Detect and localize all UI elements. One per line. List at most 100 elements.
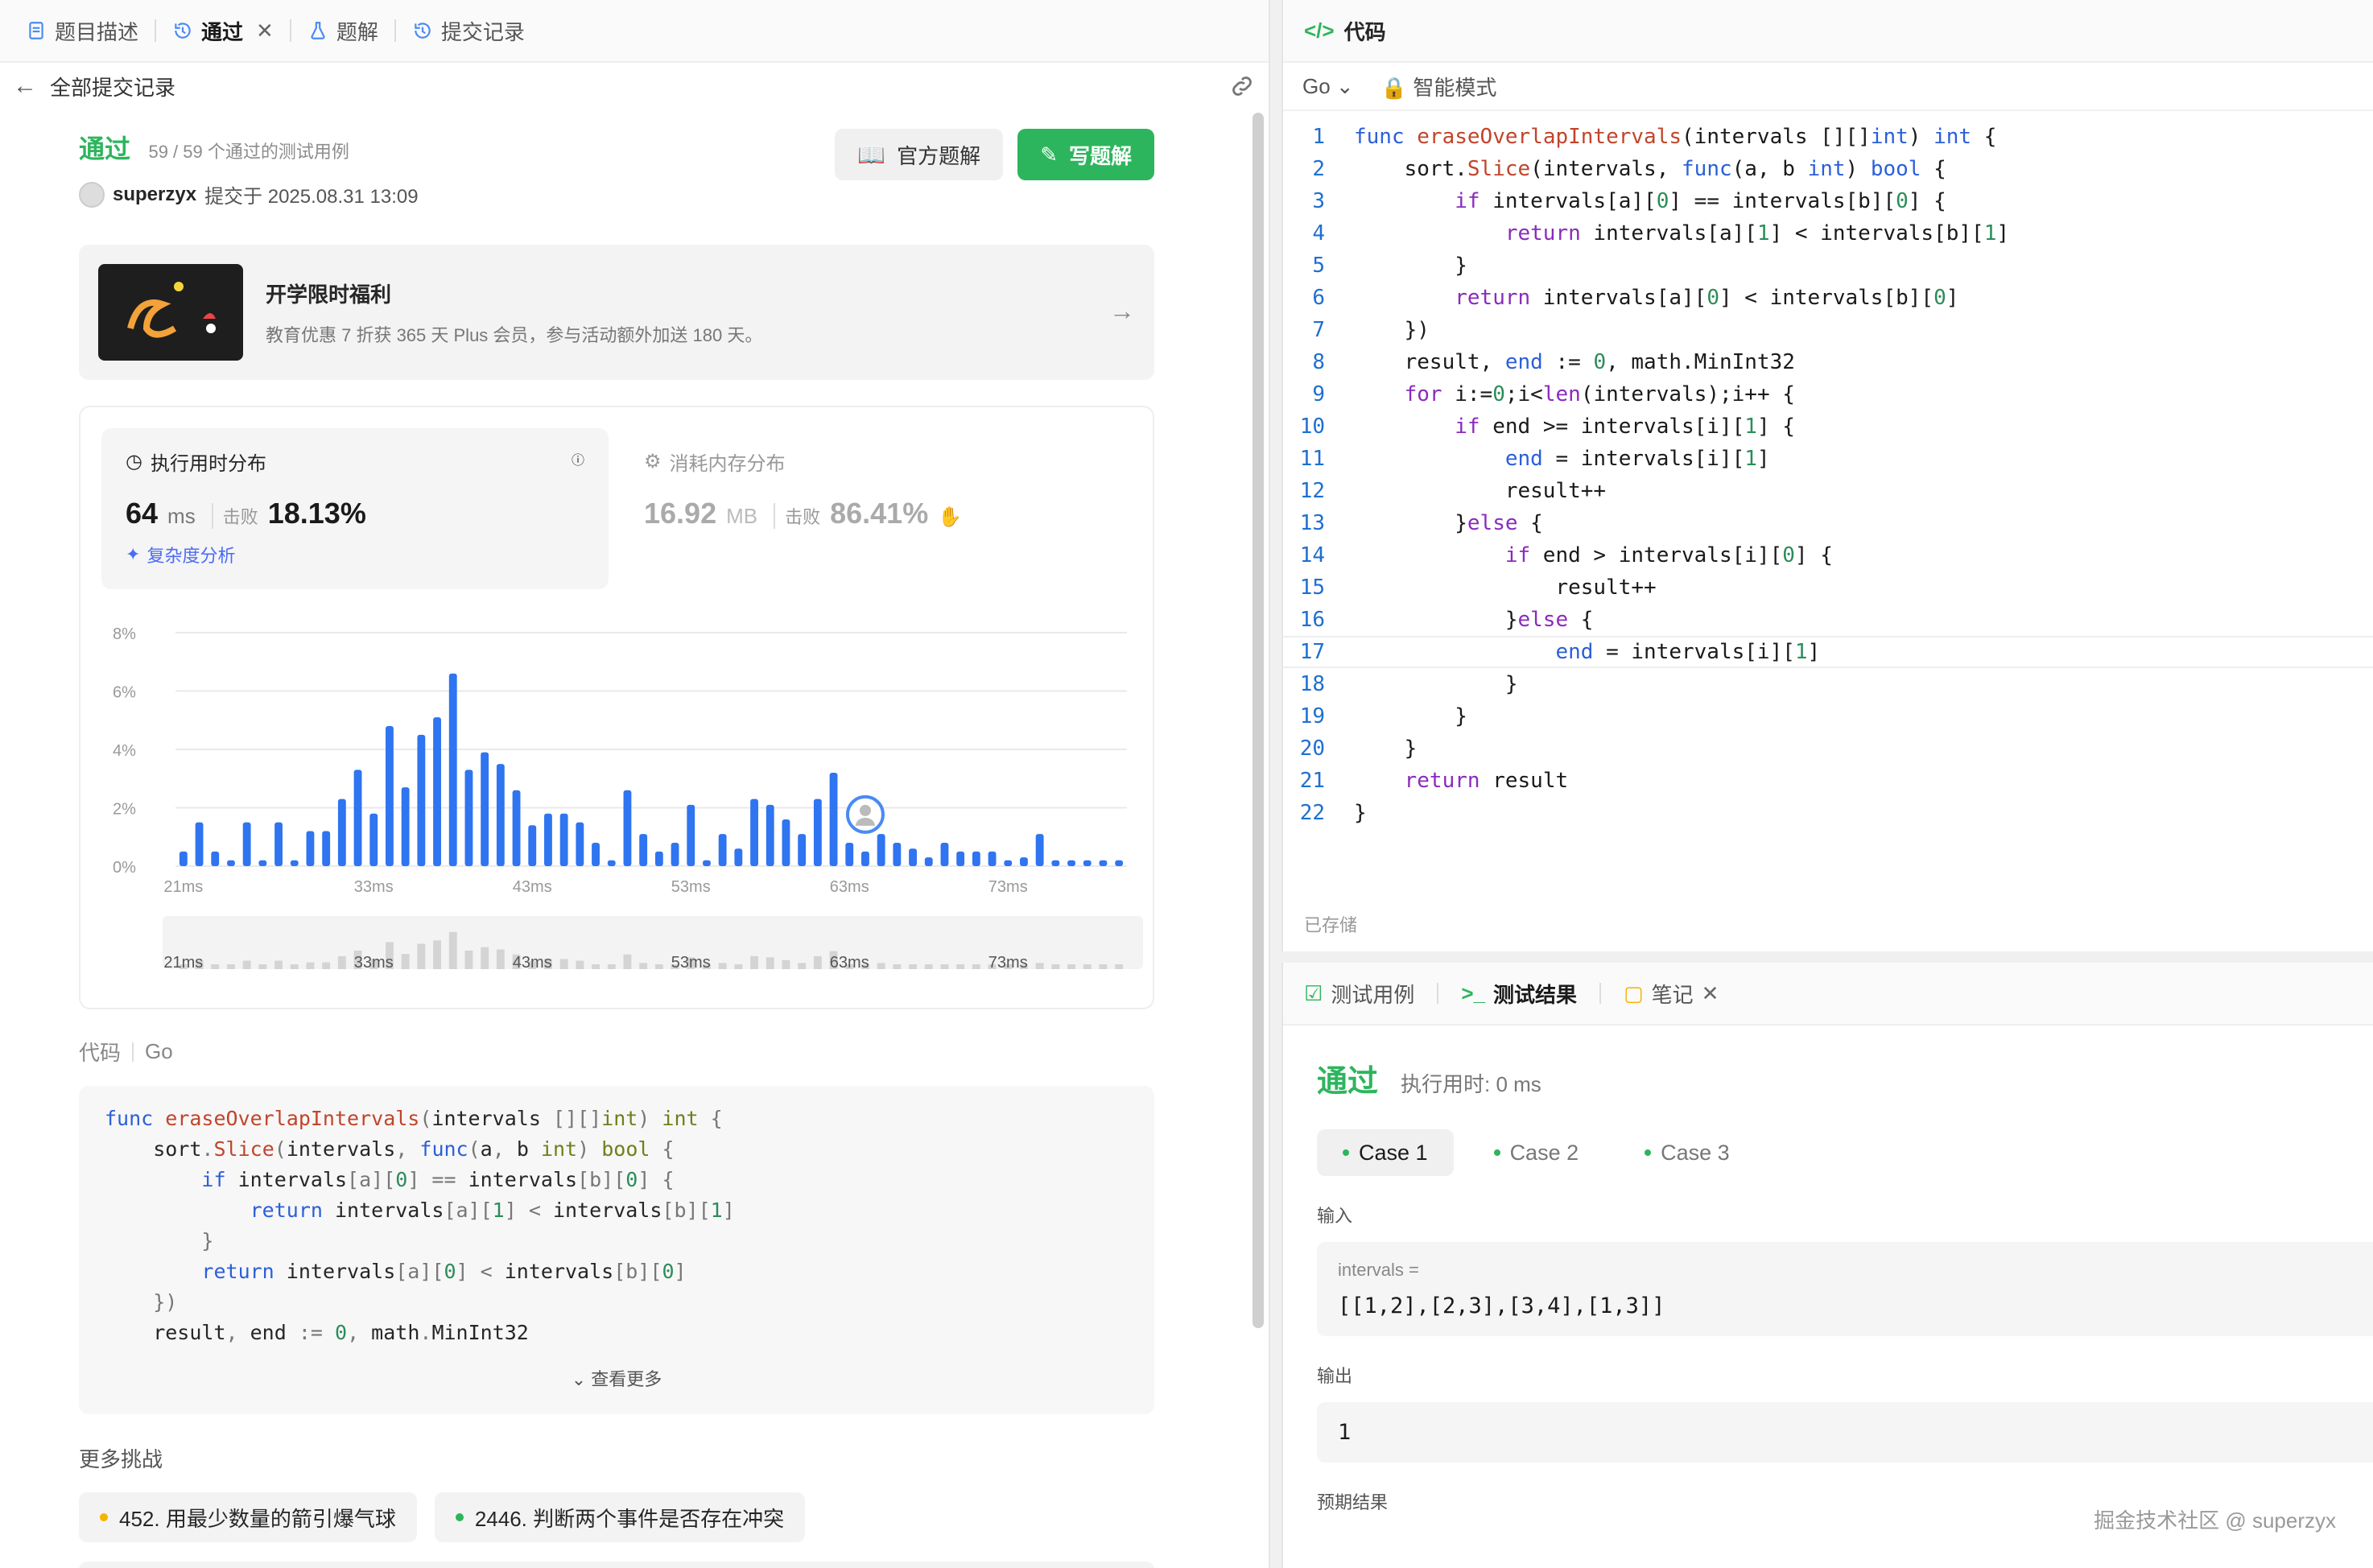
overview-bar (592, 964, 600, 969)
editor-toolbar: Go ⌄ 🔒 智能模式 (1283, 63, 2373, 111)
tab-notes[interactable]: ▢ 笔记 ✕ (1624, 979, 1731, 1009)
overview-bar (798, 963, 807, 969)
runtime-distribution-chart[interactable]: 8% 6% 4% 2% 0% 21ms 33ms 43ms 53ms 63ms 73ms 21ms 33… (113, 600, 1143, 987)
line-source: end = intervals[i][1] (1504, 447, 1770, 471)
promo-title: 开学限时福利 (266, 282, 392, 307)
code-line: }) (105, 1290, 178, 1314)
output-value: 1 (1338, 1420, 1352, 1445)
editor-line[interactable]: 3 if intervals[a][0] == intervals[b][0] … (1283, 185, 2373, 217)
editor-line[interactable]: 2 sort.Slice(intervals, func(a, b int) b… (1283, 153, 2373, 185)
editor-line[interactable]: 11 end = intervals[i][1] (1283, 443, 2373, 475)
input-label: 输入 (1317, 1206, 1353, 1226)
pass-dot (1645, 1149, 1652, 1156)
runtime-unit: ms (167, 504, 196, 528)
arrow-left-icon: ← (13, 72, 37, 99)
editor-line[interactable]: 7 }) (1283, 314, 2373, 346)
editor-line[interactable]: 8 result, end := 0, math.MinInt32 (1283, 346, 2373, 378)
editor-line[interactable]: 18 } (1283, 668, 2373, 700)
runtime-stat[interactable]: ◷ 执行用时分布 ⓘ 64 ms 击败 18.13% ✦ 复杂度分析 (101, 428, 609, 589)
x-tick-label: 53ms (671, 878, 711, 896)
overview-bar (448, 931, 457, 969)
test-result-panel: ☑ 测试用例 >_ 测试结果 ▢ 笔记 ✕ 通过 执行用时: 0 ms Case… (1281, 963, 2373, 1568)
info-icon[interactable]: ⓘ (572, 449, 584, 468)
editor-line[interactable]: 15 result++ (1283, 571, 2373, 604)
line-number: 16 (1299, 608, 1325, 632)
case-tab[interactable]: Case 2 (1468, 1129, 1605, 1176)
tab-submissions[interactable]: 提交记录 (396, 0, 541, 62)
write-solution-button[interactable]: ✎ 写题解 (1017, 129, 1154, 180)
language-select[interactable]: Go ⌄ (1302, 74, 1354, 99)
submitter-name[interactable]: superzyx (113, 184, 196, 206)
editor-line[interactable]: 13 }else { (1283, 507, 2373, 539)
back-to-submissions[interactable]: ← 全部提交记录 (13, 72, 175, 101)
editor-line[interactable]: 20 } (1283, 732, 2373, 765)
case-tab[interactable]: Case 3 (1619, 1129, 1756, 1176)
overview-bar (750, 955, 758, 969)
code-editor[interactable]: 1 func eraseOverlapIntervals(intervals []… (1283, 121, 2373, 829)
scrollbar[interactable] (1253, 113, 1264, 1328)
show-more-label: 查看更多 (591, 1369, 662, 1389)
bar (877, 834, 885, 866)
stats-card: ◷ 执行用时分布 ⓘ 64 ms 击败 18.13% ✦ 复杂度分析 ⚙ 消耗内… (79, 406, 1154, 1009)
link-icon[interactable] (1228, 72, 1256, 100)
lock-icon: 🔒 (1380, 75, 1408, 100)
editor-line[interactable]: 4 return intervals[a][1] < intervals[b][… (1283, 217, 2373, 250)
complexity-analysis-link[interactable]: ✦ 复杂度分析 (126, 542, 584, 567)
editor-line[interactable]: 10 if end >= intervals[i][1] { (1283, 411, 2373, 443)
show-more-button[interactable]: ⌄ 查看更多 (79, 1351, 1154, 1395)
overview-bar (940, 964, 949, 969)
tab-testcases[interactable]: ☑ 测试用例 (1304, 979, 1427, 1009)
tab-divider (1599, 983, 1601, 1004)
close-icon[interactable]: ✕ (256, 19, 274, 43)
editor-line[interactable]: 6 return intervals[a][0] < intervals[b][… (1283, 282, 2373, 314)
overview-bar (924, 964, 933, 969)
overview-bar (718, 963, 727, 969)
tab-test-result[interactable]: >_ 测试结果 (1461, 979, 1590, 1009)
editor-title[interactable]: 代码 (1344, 16, 1386, 46)
editor-line[interactable]: 17 end = intervals[i][1] (1283, 636, 2373, 668)
line-number: 13 (1299, 511, 1325, 535)
line-number: 8 (1312, 350, 1325, 374)
tab-solutions[interactable]: 题解 (291, 0, 394, 62)
line-source: if end > intervals[i][0] { (1504, 543, 1833, 567)
tab-label: 题目描述 (55, 19, 139, 44)
chevron-down-icon: ⌄ (1335, 73, 1354, 98)
note-icon: ▢ (1624, 980, 1644, 1005)
promo-banner[interactable]: 开学限时福利 教育优惠 7 折获 365 天 Plus 会员，参与活动额外加送 … (79, 245, 1154, 380)
editor-line[interactable]: 19 } (1283, 700, 2373, 732)
avatar[interactable] (79, 181, 105, 208)
bar (242, 822, 251, 866)
overview-tick-label: 43ms (513, 954, 552, 972)
next-section-peek (79, 1562, 1154, 1568)
editor-line[interactable]: 14 if end > intervals[i][0] { (1283, 539, 2373, 571)
editor-line[interactable]: 1 func eraseOverlapIntervals(intervals []… (1283, 121, 2373, 153)
editor-line[interactable]: 9 for i:=0;i<len(intervals);i++ { (1283, 378, 2373, 411)
bar (179, 851, 188, 866)
submission-content: 通过 59 / 59 个通过的测试用例 superzyx 提交于 2025.08… (79, 129, 1154, 1568)
challenge-chip[interactable]: 452. 用最少数量的箭引爆气球 (79, 1492, 417, 1542)
bar (766, 804, 774, 866)
overview-bar (972, 964, 980, 969)
editor-line[interactable]: 22} (1283, 797, 2373, 829)
runtime-title: ◷ 执行用时分布 (126, 448, 584, 476)
bar (290, 860, 299, 866)
tab-accepted[interactable]: 通过 ✕ (156, 0, 290, 62)
smart-mode-toggle[interactable]: 🔒 智能模式 (1381, 72, 1497, 101)
overview-bar (623, 954, 632, 969)
case-label: Case 1 (1359, 1140, 1428, 1165)
line-number: 15 (1299, 576, 1325, 600)
editor-line[interactable]: 5 } (1283, 250, 2373, 282)
editor-line[interactable]: 12 result++ (1283, 475, 2373, 507)
bar (353, 770, 362, 866)
official-solution-button[interactable]: 📖 官方题解 (835, 129, 1004, 180)
close-icon[interactable]: ✕ (1702, 981, 1719, 1006)
line-number: 11 (1299, 447, 1325, 471)
tab-description[interactable]: 题目描述 (10, 0, 155, 62)
line-number: 10 (1299, 415, 1325, 439)
case-tab[interactable]: Case 1 (1317, 1129, 1454, 1176)
challenge-chip[interactable]: 2446. 判断两个事件是否存在冲突 (434, 1492, 806, 1542)
panel-splitter[interactable] (1270, 0, 1281, 1568)
memory-stat[interactable]: ⚙ 消耗内存分布 16.92 MB 击败 86.41% ✋ (644, 428, 1127, 589)
editor-line[interactable]: 16 }else { (1283, 604, 2373, 636)
editor-line[interactable]: 21 return result (1283, 765, 2373, 797)
